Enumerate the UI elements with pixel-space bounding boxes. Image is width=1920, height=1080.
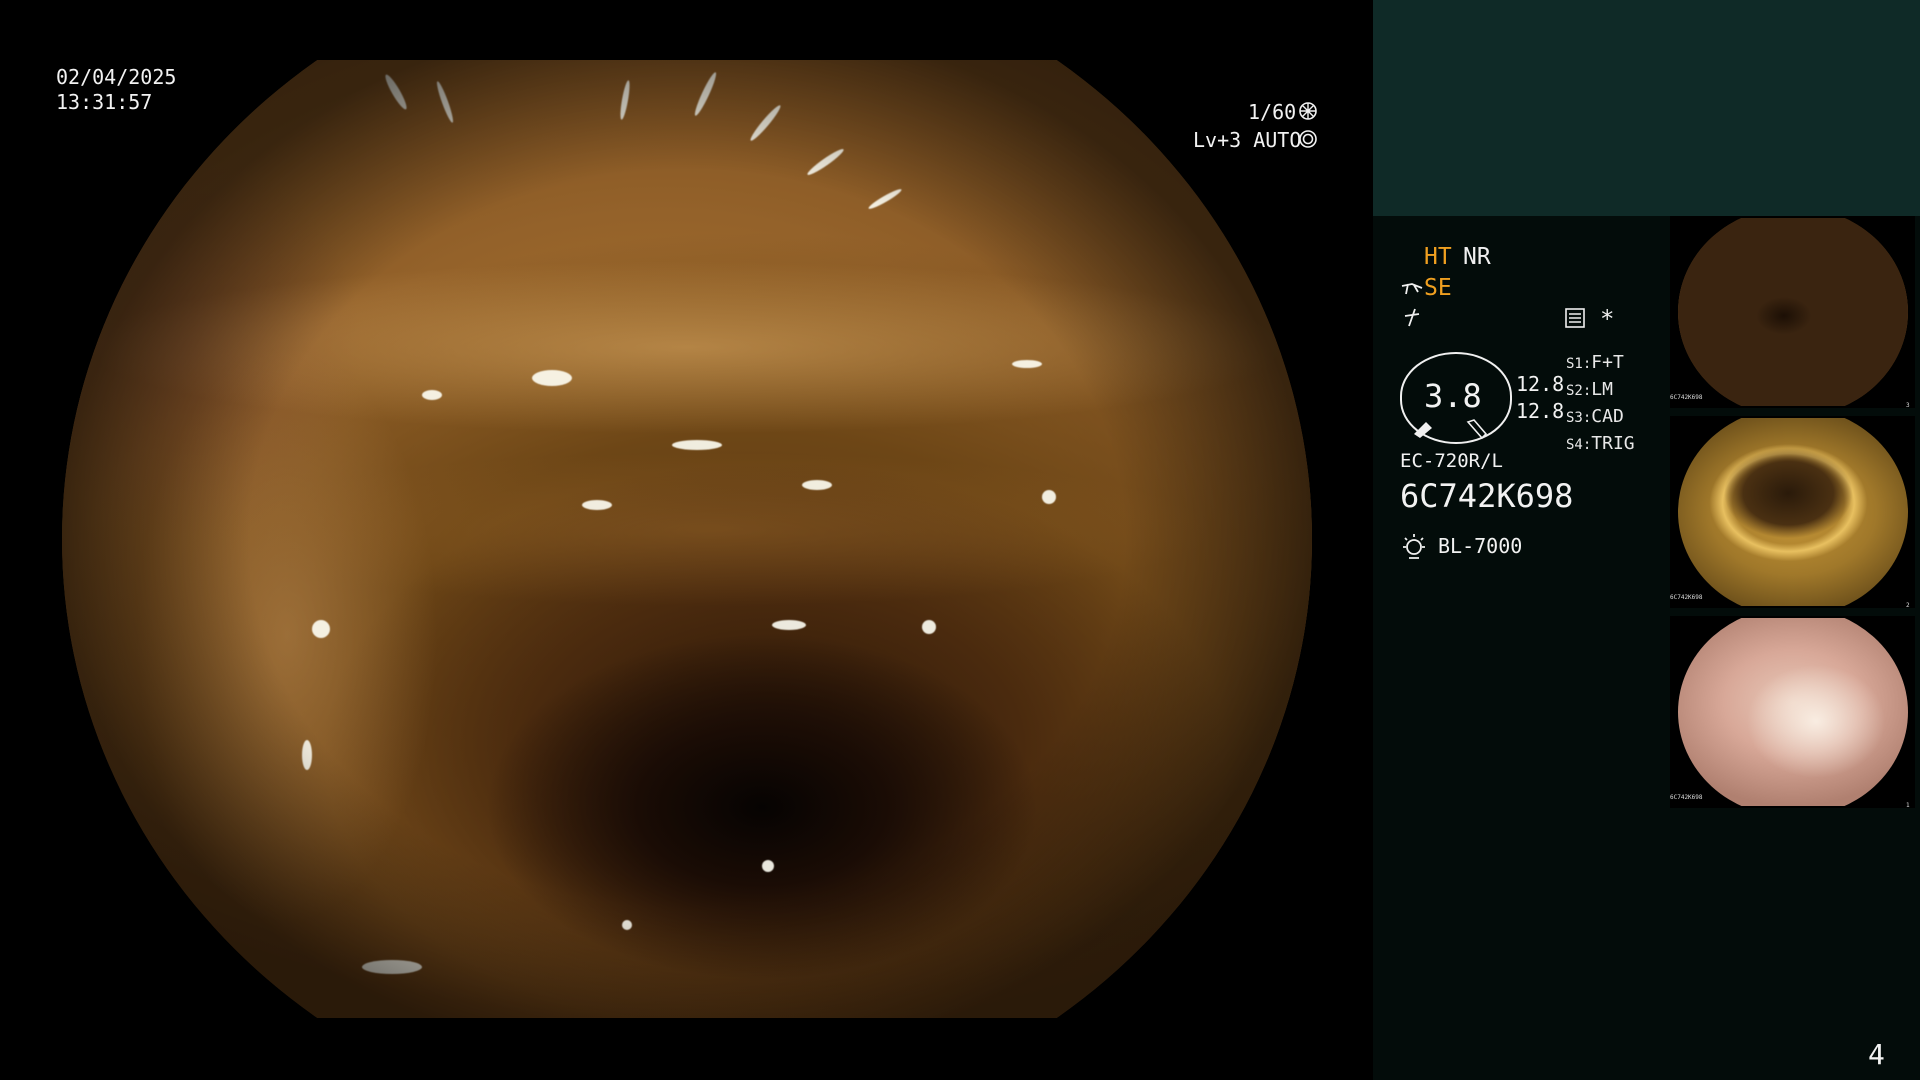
value-1: 12.8 [1516, 372, 1565, 396]
ht-label: HT [1424, 244, 1452, 270]
info-panel-header [1373, 0, 1920, 216]
shutter-speed: 1/60 [1248, 100, 1297, 124]
switch-row: S3:CAD [1566, 406, 1624, 427]
thumbnail-index: 1 [1906, 802, 1910, 808]
thumbnail-image [1678, 418, 1908, 606]
switch-row: S2:LM [1566, 379, 1613, 400]
endoscope-view [62, 60, 1312, 1018]
switch-row: S4:TRIG [1566, 433, 1635, 454]
recording-icon [1564, 307, 1586, 333]
color-mode-icon [1401, 306, 1423, 332]
iris-icon [1298, 129, 1318, 153]
thumbnail-index: 2 [1906, 602, 1910, 608]
value-2: 12.8 [1516, 399, 1565, 423]
dial-indicator-right-icon [1462, 418, 1488, 444]
thumbnail-2[interactable]: 6C742K698 2 [1670, 416, 1915, 608]
page-number: 4 [1868, 1038, 1885, 1071]
dial-indicator-left-icon [1412, 418, 1436, 442]
thumbnail-image [1678, 618, 1908, 806]
asterisk-indicator: * [1600, 305, 1615, 333]
nr-label: NR [1463, 244, 1491, 270]
exam-date: 02/04/2025 [56, 65, 177, 89]
se-label: SE [1424, 275, 1452, 301]
zoom-value: 3.8 [1424, 377, 1482, 415]
light-source: BL-7000 [1438, 534, 1523, 558]
thumbnail-serial: 6C742K698 [1670, 594, 1703, 601]
scope-serial: 6C742K698 [1400, 477, 1574, 515]
switch-row: S1:F+T [1566, 352, 1624, 373]
shutter-icon [1298, 101, 1318, 125]
scope-model: EC-720R/L [1400, 450, 1503, 472]
thumbnail-1[interactable]: 6C742K698 3 [1670, 216, 1915, 408]
thumbnail-3[interactable]: 6C742K698 1 [1670, 616, 1915, 808]
structure-enhance-icon [1400, 278, 1424, 302]
thumbnail-image [1678, 218, 1908, 406]
iris-mode: Lv+3 AUTO [1193, 128, 1302, 152]
exam-time: 13:31:57 [56, 90, 153, 114]
switch-list: S1:F+T S2:LM S3:CAD S4:TRIG [1566, 350, 1635, 458]
thumbnail-index: 3 [1906, 402, 1910, 408]
thumbnail-serial: 6C742K698 [1670, 394, 1703, 401]
thumbnail-serial: 6C742K698 [1670, 794, 1703, 801]
light-source-icon [1400, 532, 1428, 564]
